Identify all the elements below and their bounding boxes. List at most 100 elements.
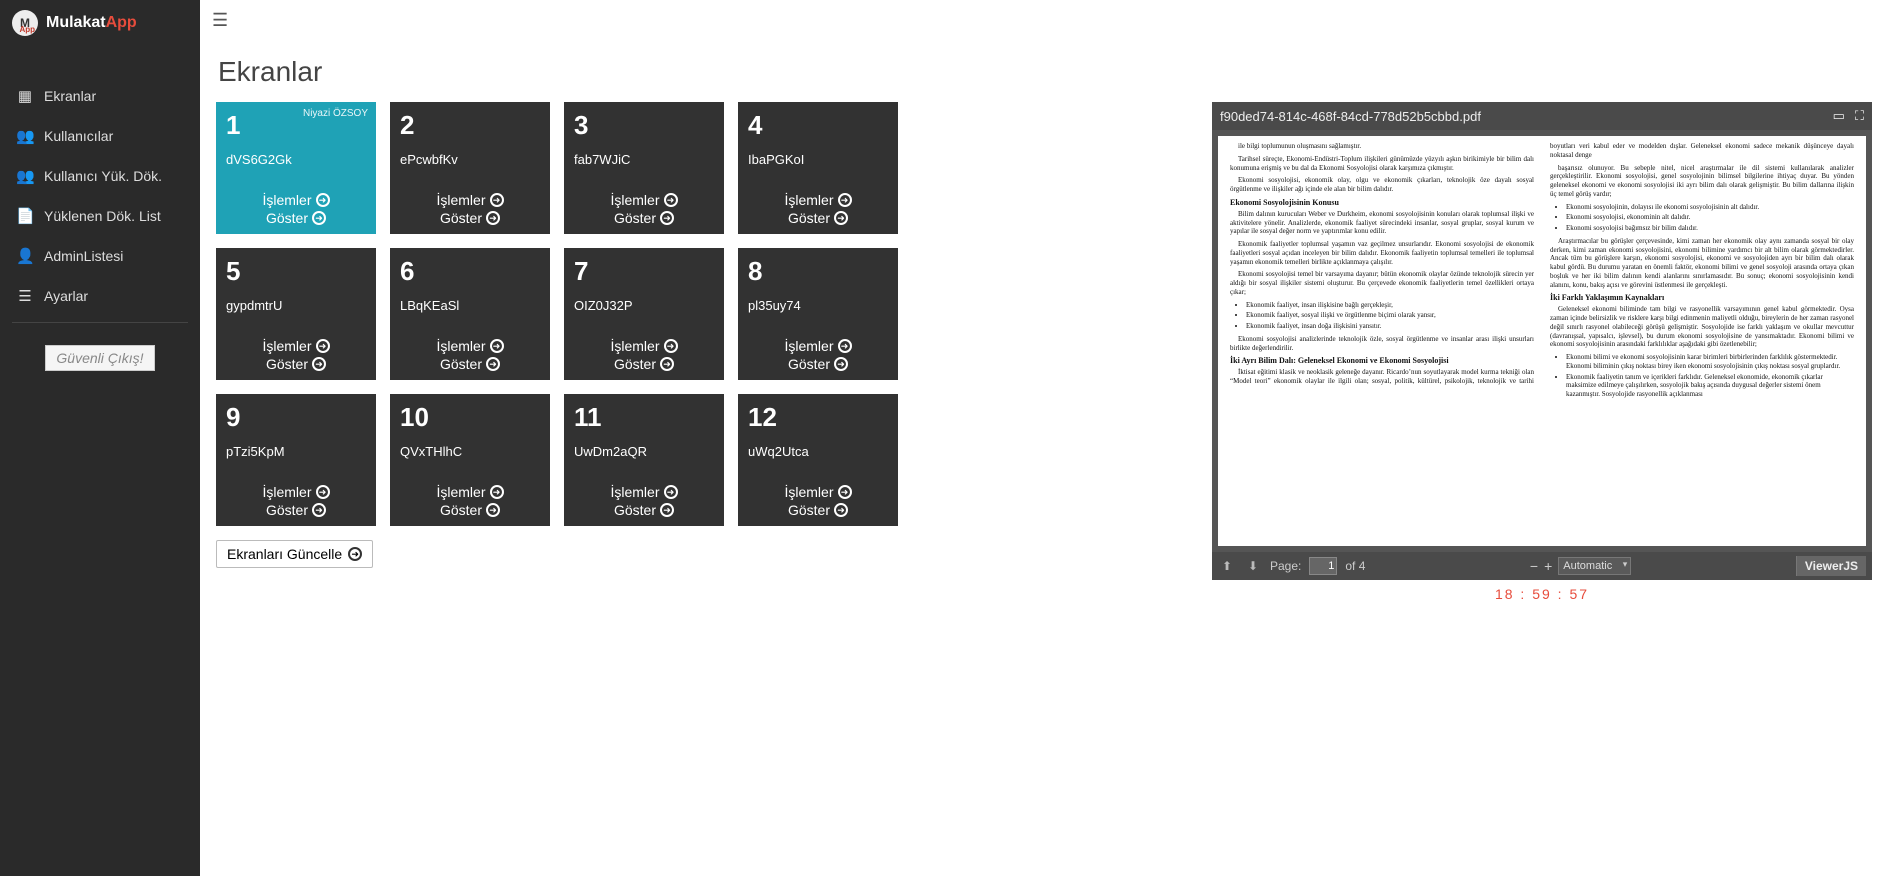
card-number: 11 bbox=[574, 404, 714, 430]
card-number: 5 bbox=[226, 258, 366, 284]
pdf-page: ile bilgi toplumunun oluşmasını sağlamış… bbox=[1218, 136, 1866, 546]
arrow-right-icon: ➜ bbox=[664, 339, 678, 353]
logout-button[interactable]: Güvenli Çıkış! bbox=[45, 345, 154, 371]
card-action-goster[interactable]: Göster ➜ bbox=[266, 356, 326, 372]
card-action-islemler[interactable]: İşlemler ➜ bbox=[610, 192, 677, 208]
card-action-goster[interactable]: Göster ➜ bbox=[266, 210, 326, 226]
card-action-islemler[interactable]: İşlemler ➜ bbox=[610, 484, 677, 500]
card-code: UwDm2aQR bbox=[574, 444, 714, 459]
zoom-out-icon[interactable]: − bbox=[1530, 558, 1538, 574]
viewer-footer: ⬆ ⬇ Page: of 4 − + Automa bbox=[1212, 552, 1872, 580]
card-action-islemler[interactable]: İşlemler ➜ bbox=[262, 192, 329, 208]
arrow-right-icon: ➜ bbox=[834, 503, 848, 517]
card-code: dVS6G2Gk bbox=[226, 152, 366, 167]
pdf-viewer: f90ded74-814c-468f-84cd-778d52b5cbbd.pdf… bbox=[1212, 102, 1872, 580]
card-action-goster[interactable]: Göster ➜ bbox=[440, 210, 500, 226]
list-icon: ☰ bbox=[16, 287, 34, 305]
card-number: 6 bbox=[400, 258, 540, 284]
card-action-goster[interactable]: Göster ➜ bbox=[788, 356, 848, 372]
sidebar-item-3[interactable]: 📄Yüklenen Dök. List bbox=[0, 196, 200, 236]
arrow-right-icon: ➜ bbox=[486, 357, 500, 371]
sidebar-item-label: Kullanıcılar bbox=[44, 128, 113, 144]
sidebar-item-label: AdminListesi bbox=[44, 248, 123, 264]
card-owner: Niyazi ÖZSOY bbox=[303, 108, 368, 119]
next-page-icon[interactable]: ⬇ bbox=[1244, 557, 1262, 575]
screen-card: 11 UwDm2aQR İşlemler ➜ Göster ➜ bbox=[564, 394, 724, 526]
prev-page-icon[interactable]: ⬆ bbox=[1218, 557, 1236, 575]
zoom-select[interactable]: Automatic bbox=[1558, 557, 1631, 575]
topbar: ☰ bbox=[200, 0, 1888, 40]
card-action-goster[interactable]: Göster ➜ bbox=[614, 502, 674, 518]
screen-card: 6LBqKEaSlİşlemler ➜Göster ➜ bbox=[390, 248, 550, 380]
card-action-goster[interactable]: Göster ➜ bbox=[440, 356, 500, 372]
arrow-right-icon: ➜ bbox=[490, 193, 504, 207]
card-number: 3 bbox=[574, 112, 714, 138]
sidebar-item-label: Kullanıcı Yük. Dök. bbox=[44, 168, 162, 184]
card-code: gypdmtrU bbox=[226, 298, 366, 313]
card-code: fab7WJiC bbox=[574, 152, 714, 167]
card-action-goster[interactable]: Göster ➜ bbox=[788, 210, 848, 226]
card-action-goster[interactable]: Göster ➜ bbox=[266, 502, 326, 518]
card-action-goster[interactable]: Göster ➜ bbox=[440, 502, 500, 518]
card-action-goster[interactable]: Göster ➜ bbox=[788, 502, 848, 518]
page-title: Ekranlar bbox=[218, 56, 1872, 88]
viewer-filename: f90ded74-814c-468f-84cd-778d52b5cbbd.pdf bbox=[1220, 109, 1481, 124]
page-input[interactable] bbox=[1309, 557, 1337, 575]
sidebar-item-5[interactable]: ☰Ayarlar bbox=[0, 276, 200, 316]
card-action-islemler[interactable]: İşlemler ➜ bbox=[436, 338, 503, 354]
card-action-goster[interactable]: Göster ➜ bbox=[614, 356, 674, 372]
card-action-islemler[interactable]: İşlemler ➜ bbox=[784, 192, 851, 208]
sidebar-nav: ▦Ekranlar 👥 Kullanıcılar 👥Kullanıcı Yük. Dö… bbox=[0, 76, 200, 316]
zoom-in-icon[interactable]: + bbox=[1544, 558, 1552, 574]
card-code: IbaPGKoI bbox=[748, 152, 888, 167]
arrow-right-icon: ➜ bbox=[664, 193, 678, 207]
card-action-islemler[interactable]: İşlemler ➜ bbox=[262, 338, 329, 354]
card-code: ePcwbfKv bbox=[400, 152, 540, 167]
brand-name: MulakatApp bbox=[46, 14, 137, 32]
card-number: 7 bbox=[574, 258, 714, 284]
users-icon: 👥 bbox=[16, 127, 34, 145]
arrow-right-icon: ➜ bbox=[664, 485, 678, 499]
arrow-right-icon: ➜ bbox=[838, 193, 852, 207]
arrow-right-icon: ➜ bbox=[316, 339, 330, 353]
arrow-right-icon: ➜ bbox=[348, 547, 362, 561]
card-code: pl35uy74 bbox=[748, 298, 888, 313]
card-action-islemler[interactable]: İşlemler ➜ bbox=[436, 484, 503, 500]
card-action-islemler[interactable]: İşlemler ➜ bbox=[610, 338, 677, 354]
brand: MApp MulakatApp bbox=[0, 0, 200, 46]
screen-card: Niyazi ÖZSOY1dVS6G2Gkİşlemler ➜Göster ➜ bbox=[216, 102, 376, 234]
screen-card: 3 fab7WJiC İşlemler ➜ Göster ➜ bbox=[564, 102, 724, 234]
card-action-goster[interactable]: Göster ➜ bbox=[614, 210, 674, 226]
card-number: 9 bbox=[226, 404, 366, 430]
arrow-right-icon: ➜ bbox=[312, 503, 326, 517]
card-number: 12 bbox=[748, 404, 888, 430]
sidebar-item-2[interactable]: 👥Kullanıcı Yük. Dök. bbox=[0, 156, 200, 196]
sidebar-item-1[interactable]: 👥 Kullanıcılar bbox=[0, 116, 200, 156]
arrow-right-icon: ➜ bbox=[660, 503, 674, 517]
presentation-icon[interactable]: ▭ bbox=[1833, 108, 1845, 124]
card-action-islemler[interactable]: İşlemler ➜ bbox=[436, 192, 503, 208]
arrow-right-icon: ➜ bbox=[834, 357, 848, 371]
card-number: 8 bbox=[748, 258, 888, 284]
card-code: QVxTHlhC bbox=[400, 444, 540, 459]
card-code: OIZ0J32P bbox=[574, 298, 714, 313]
arrow-right-icon: ➜ bbox=[316, 193, 330, 207]
arrow-right-icon: ➜ bbox=[490, 485, 504, 499]
card-action-islemler[interactable]: İşlemler ➜ bbox=[784, 484, 851, 500]
pdf-body[interactable]: ile bilgi toplumunun oluşmasını sağlamış… bbox=[1212, 130, 1872, 552]
arrow-right-icon: ➜ bbox=[834, 211, 848, 225]
menu-toggle-icon[interactable]: ☰ bbox=[212, 10, 228, 31]
arrow-right-icon: ➜ bbox=[486, 503, 500, 517]
card-action-islemler[interactable]: İşlemler ➜ bbox=[784, 338, 851, 354]
card-action-islemler[interactable]: İşlemler ➜ bbox=[262, 484, 329, 500]
fullscreen-icon[interactable]: ⛶ bbox=[1855, 108, 1864, 124]
screen-card: 8 pl35uy74 İşlemler ➜ Göster ➜ bbox=[738, 248, 898, 380]
sidebar-item-0[interactable]: ▦Ekranlar bbox=[0, 76, 200, 116]
sidebar-item-4[interactable]: 👤AdminListesi bbox=[0, 236, 200, 276]
cards-area: Niyazi ÖZSOY1dVS6G2Gkİşlemler ➜Göster ➜2… bbox=[216, 102, 1198, 568]
screen-card: 4IbaPGKoIİşlemler ➜Göster ➜ bbox=[738, 102, 898, 234]
update-screens-button[interactable]: Ekranları Güncelle ➜ bbox=[216, 540, 373, 568]
countdown-timer: 18 : 59 : 57 bbox=[1212, 586, 1872, 602]
sidebar: MApp MulakatApp ▦Ekranlar 👥 Kullanıcılar 👥K… bbox=[0, 0, 200, 876]
viewer-panel: f90ded74-814c-468f-84cd-778d52b5cbbd.pdf… bbox=[1212, 102, 1872, 602]
